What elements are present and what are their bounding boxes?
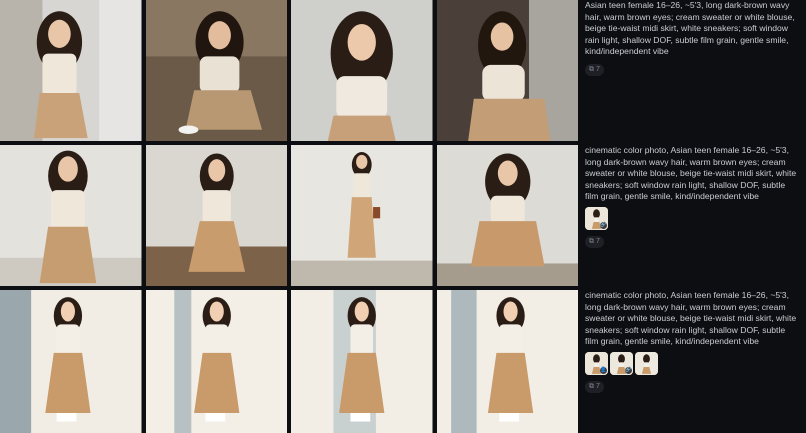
- generated-image-3-1[interactable]: [0, 290, 142, 433]
- reference-images: 🔗: [585, 206, 798, 230]
- prompt-text[interactable]: Asian teen female 16–26, ~5'3, long dark…: [585, 0, 798, 58]
- generated-image-2-3[interactable]: [291, 145, 433, 286]
- link-icon: 🔗: [625, 366, 632, 374]
- prompt-block-3: cinematic color photo, Asian teen female…: [585, 290, 798, 393]
- copy-icon: ⧉: [589, 65, 594, 73]
- reference-image-thumb[interactable]: [635, 351, 658, 375]
- variation-count-button[interactable]: ⧉ 7: [585, 235, 604, 248]
- generated-image-1-3[interactable]: [291, 0, 433, 141]
- generated-image-3-2[interactable]: [145, 290, 287, 433]
- variation-count: 7: [596, 383, 600, 391]
- variation-count: 7: [596, 66, 600, 74]
- variation-count-button[interactable]: ⧉ 7: [585, 63, 604, 76]
- variation-count: 7: [596, 238, 600, 246]
- generated-image-2-4[interactable]: [436, 145, 578, 286]
- prompt-block-1: Asian teen female 16–26, ~5'3, long dark…: [585, 0, 798, 76]
- prompt-block-2: cinematic color photo, Asian teen female…: [585, 145, 798, 248]
- variation-count-button[interactable]: ⧉ 7: [585, 380, 604, 393]
- prompt-text[interactable]: cinematic color photo, Asian teen female…: [585, 290, 798, 348]
- generated-image-1-1[interactable]: [0, 0, 142, 141]
- image-gallery: [0, 0, 578, 433]
- person-icon: 👤: [600, 366, 607, 374]
- generated-image-3-4[interactable]: [436, 290, 578, 433]
- gallery-row-1: [0, 0, 578, 141]
- copy-icon: ⧉: [589, 382, 594, 390]
- reference-images: 👤 🔗: [585, 351, 798, 375]
- prompt-text[interactable]: cinematic color photo, Asian teen female…: [585, 145, 798, 203]
- gallery-row-3: [0, 290, 578, 433]
- generated-image-1-4[interactable]: [436, 0, 578, 141]
- generated-image-1-2[interactable]: [145, 0, 287, 141]
- reference-image-thumb[interactable]: 🔗: [610, 351, 633, 375]
- gallery-row-2: [0, 145, 578, 286]
- copy-icon: ⧉: [589, 237, 594, 245]
- reference-image-thumb[interactable]: 👤: [585, 351, 608, 375]
- generated-image-2-1[interactable]: [0, 145, 142, 286]
- generated-image-3-3[interactable]: [291, 290, 433, 433]
- prompt-panel: Asian teen female 16–26, ~5'3, long dark…: [578, 0, 806, 433]
- link-icon: 🔗: [600, 221, 607, 229]
- generated-image-2-2[interactable]: [145, 145, 287, 286]
- reference-image-thumb[interactable]: 🔗: [585, 206, 608, 230]
